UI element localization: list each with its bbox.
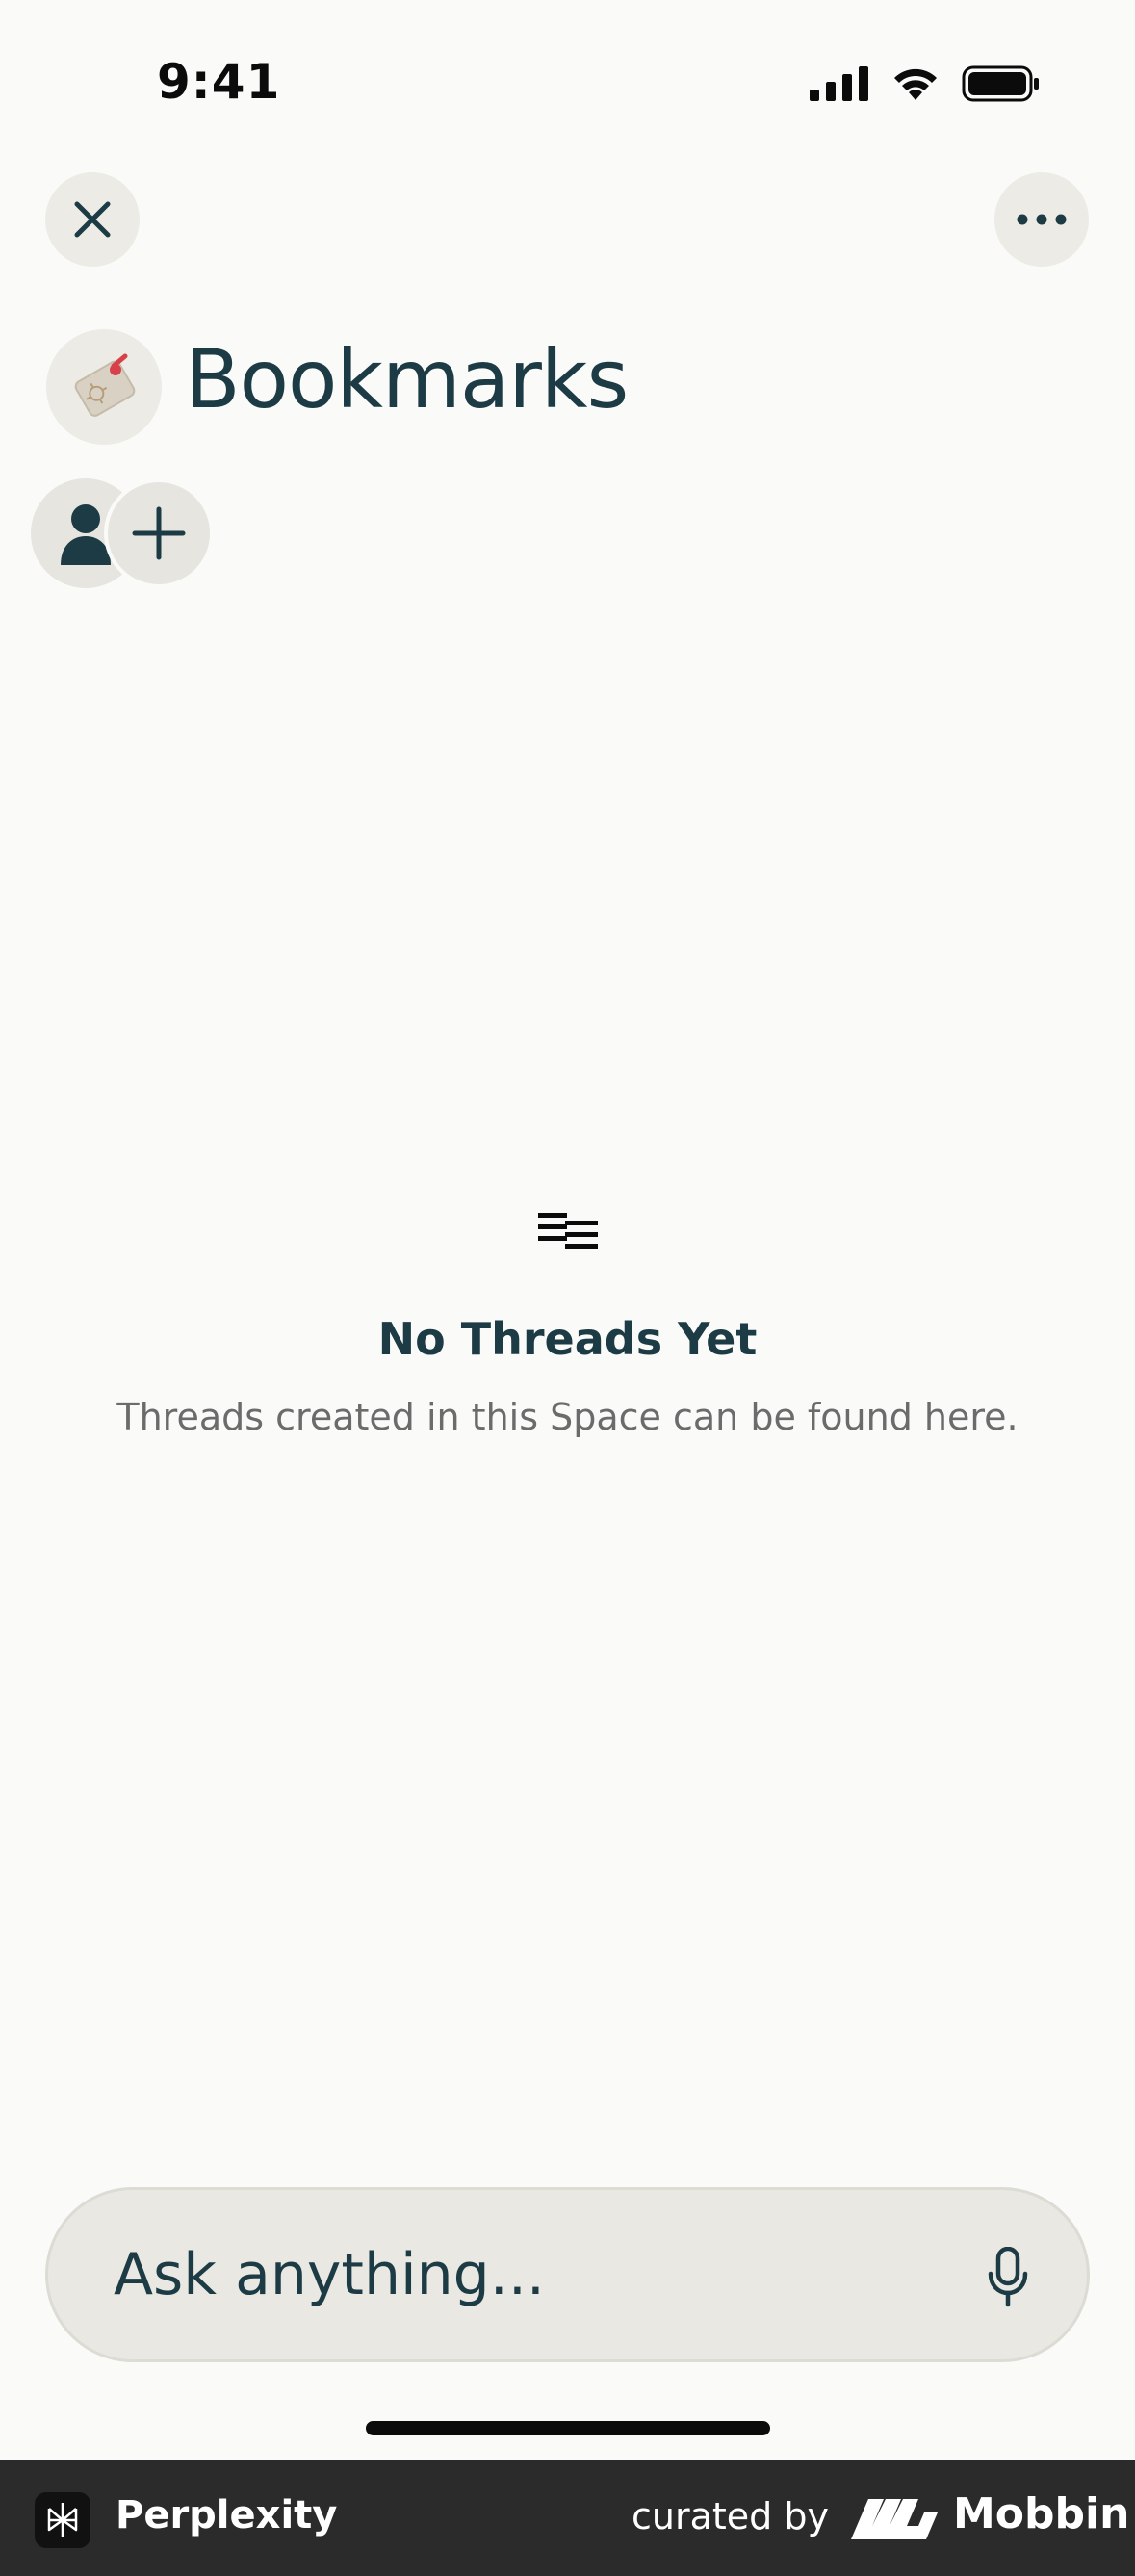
status-time: 9:41 xyxy=(157,54,281,110)
more-options-button[interactable] xyxy=(994,172,1089,267)
home-indicator xyxy=(366,2421,770,2435)
status-icons xyxy=(810,65,1041,102)
screen: 9:41 Bookmarks No Threads Yet Threads cr… xyxy=(0,0,1135,2576)
space-emoji[interactable] xyxy=(46,329,162,445)
app-name: Perplexity xyxy=(116,2493,338,2537)
empty-state-title: No Threads Yet xyxy=(377,1313,758,1365)
microphone-button[interactable] xyxy=(979,2246,1037,2309)
more-horizontal-icon xyxy=(1017,214,1067,225)
empty-state-subtitle: Threads created in this Space can be fou… xyxy=(116,1396,1019,1438)
perplexity-logo-icon xyxy=(35,2492,90,2548)
ask-input[interactable] xyxy=(114,2190,961,2359)
mobbin-logo-icon xyxy=(851,2499,938,2539)
microphone-icon xyxy=(988,2247,1028,2307)
threads-list-icon xyxy=(538,1213,598,1249)
bookmark-tag-icon xyxy=(74,353,136,417)
battery-icon xyxy=(962,65,1039,102)
space-title: Bookmarks xyxy=(185,332,629,426)
wifi-icon xyxy=(894,68,937,100)
signal-icon xyxy=(810,66,868,101)
ask-bar xyxy=(45,2187,1090,2362)
attribution-footer: Perplexity curated by Mobbin xyxy=(0,2460,1135,2576)
close-button[interactable] xyxy=(45,172,140,267)
add-member-button[interactable] xyxy=(104,478,214,588)
curated-by-label: curated by xyxy=(632,2495,829,2537)
close-icon xyxy=(74,201,111,238)
mobbin-brand: Mobbin xyxy=(953,2489,1130,2538)
plus-icon xyxy=(132,506,186,560)
